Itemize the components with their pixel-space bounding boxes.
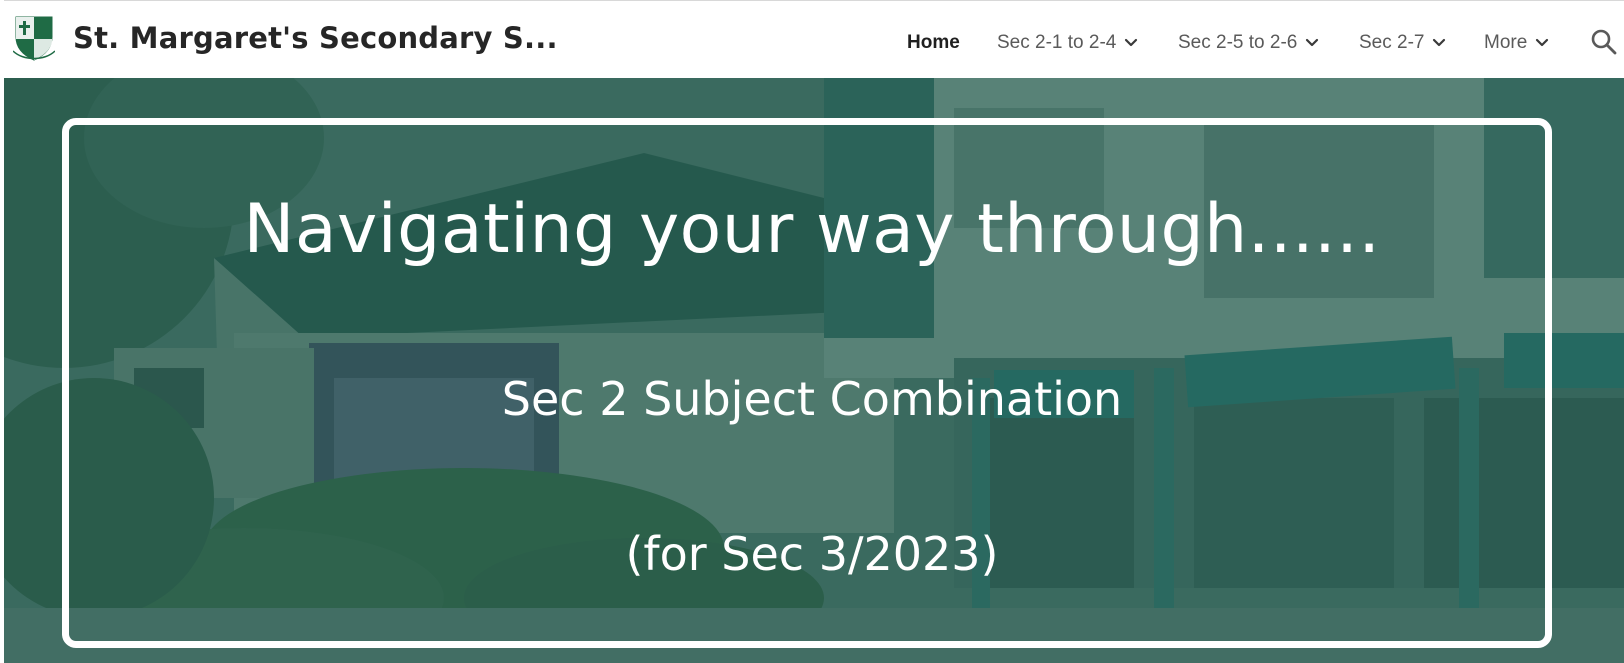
left-edge-rule: [0, 0, 4, 663]
chevron-down-icon: [1536, 38, 1549, 47]
nav-sec-2-1-to-2-4-label: Sec 2-1 to 2-4: [997, 32, 1117, 53]
nav-sec-2-7[interactable]: Sec 2-7: [1359, 29, 1446, 57]
site-title[interactable]: St. Margaret's Secondary S...: [73, 21, 558, 55]
search-icon[interactable]: [1590, 28, 1618, 56]
nav-sec-2-5-to-2-6[interactable]: Sec 2-5 to 2-6: [1178, 29, 1319, 57]
chevron-down-icon: [1433, 38, 1446, 47]
page: Navigating your way through...... Sec 2 …: [0, 0, 1624, 663]
nav-more-label: More: [1484, 32, 1528, 53]
nav-home[interactable]: Home: [907, 29, 960, 57]
nav-sec-2-1-to-2-4[interactable]: Sec 2-1 to 2-4: [997, 29, 1138, 57]
nav-more[interactable]: More: [1484, 29, 1549, 57]
hero-heading: Navigating your way through......: [243, 190, 1381, 269]
hero-note: (for Sec 3/2023): [625, 527, 999, 581]
svg-text:·: ·: [33, 58, 34, 63]
nav-sec-2-5-to-2-6-label: Sec 2-5 to 2-6: [1178, 32, 1298, 53]
nav-home-label: Home: [907, 32, 960, 53]
nav-sec-2-7-label: Sec 2-7: [1359, 32, 1425, 53]
hero-subheading: Sec 2 Subject Combination: [501, 372, 1123, 426]
school-crest-icon[interactable]: ·: [13, 13, 55, 63]
chevron-down-icon: [1125, 38, 1138, 47]
chevron-down-icon: [1306, 38, 1319, 47]
site-header: · St. Margaret's Secondary S... Home Sec…: [0, 0, 1624, 78]
